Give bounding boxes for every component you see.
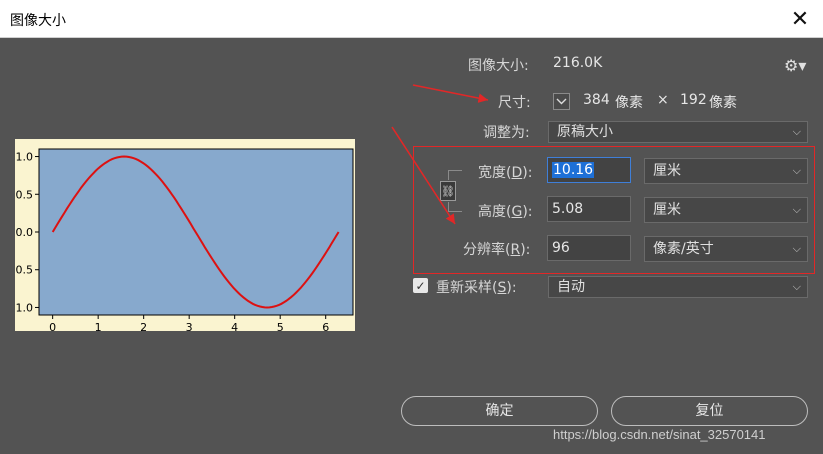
x-tick-label: 2: [140, 321, 147, 331]
dimensions-unit-2: 像素: [709, 95, 737, 111]
y-tick-label: .1.0: [15, 151, 33, 164]
y-tick-label: 0.0: [16, 226, 34, 239]
link-icon[interactable]: ⛓: [440, 181, 456, 201]
y-tick-label: 1.0: [16, 301, 34, 314]
resample-checkbox[interactable]: ✓: [413, 278, 428, 293]
chevron-down-icon: ⌵: [792, 164, 801, 177]
resample-value: 自动: [557, 279, 585, 295]
width-value: 10.16: [552, 162, 595, 178]
x-tick-label: 4: [231, 321, 238, 331]
resolution-unit-value: 像素/英寸: [653, 241, 714, 257]
x-tick-label: 1: [95, 321, 102, 331]
fit-to-label: 调整为:: [483, 125, 530, 141]
constrain-proportions: ⛓: [440, 170, 462, 212]
link-bracket-top: [448, 170, 462, 180]
x-tick-label: 3: [186, 321, 193, 331]
chevron-down-icon: ⌵: [792, 242, 801, 255]
height-input[interactable]: 5.08: [547, 196, 631, 222]
resolution-label: 分辨率(R):: [463, 242, 531, 258]
chevron-down-icon: ⌵: [792, 125, 801, 138]
gear-icon[interactable]: ⚙▾: [784, 56, 806, 75]
annotation-arrow-dimensions: [412, 84, 489, 103]
dimensions-label: 尺寸:: [498, 95, 531, 111]
reset-button[interactable]: 复位: [611, 396, 808, 426]
x-tick-label: 5: [277, 321, 284, 331]
height-label: 高度(G):: [478, 204, 533, 220]
ok-button[interactable]: 确定: [401, 396, 598, 426]
window-title: 图像大小: [10, 13, 66, 29]
resolution-unit-select[interactable]: 像素/英寸 ⌵: [644, 236, 808, 262]
fit-to-select[interactable]: 原稿大小 ⌵: [548, 121, 808, 143]
dimensions-unit-1: 像素: [615, 95, 643, 111]
height-value: 5.08: [552, 201, 584, 217]
width-unit-select[interactable]: 厘米 ⌵: [644, 158, 808, 184]
close-icon[interactable]: ✕: [777, 0, 823, 38]
height-unit-value: 厘米: [653, 202, 681, 218]
watermark: https://blog.csdn.net/sinat_32570141: [553, 427, 766, 442]
fit-to-value: 原稿大小: [557, 124, 613, 140]
chevron-down-icon: [556, 98, 567, 105]
resolution-input[interactable]: 96: [547, 235, 631, 261]
image-preview: .1.0 0.5 0.0 0.5 1.0 0 1 2 3 4 5 6: [15, 139, 355, 331]
image-size-value: 216.0K: [553, 55, 603, 71]
title-bar: 图像大小 ✕: [0, 0, 823, 38]
resolution-value: 96: [552, 240, 570, 256]
resample-label: 重新采样(S):: [436, 280, 517, 296]
dimensions-height: 192: [680, 92, 707, 108]
dimensions-width: 384: [583, 92, 610, 108]
height-unit-select[interactable]: 厘米 ⌵: [644, 197, 808, 223]
x-tick-label: 0: [49, 321, 56, 331]
image-size-label: 图像大小:: [468, 58, 529, 74]
chevron-down-icon: ⌵: [792, 280, 801, 293]
y-tick-label: 0.5: [16, 264, 34, 277]
dimensions-unit-dropdown[interactable]: [553, 93, 570, 110]
chevron-down-icon: ⌵: [792, 203, 801, 216]
link-bracket-bottom: [448, 202, 462, 212]
y-tick-label: 0.5: [16, 188, 34, 201]
resample-select[interactable]: 自动 ⌵: [548, 276, 808, 298]
x-tick-label: 6: [322, 321, 329, 331]
preview-chart: .1.0 0.5 0.0 0.5 1.0 0 1 2 3 4 5 6: [15, 148, 354, 331]
width-unit-value: 厘米: [653, 163, 681, 179]
checkmark-icon: ✓: [415, 278, 426, 293]
dimensions-times: ×: [657, 92, 669, 108]
width-label: 宽度(D):: [478, 165, 533, 181]
width-input[interactable]: 10.16: [547, 157, 631, 183]
